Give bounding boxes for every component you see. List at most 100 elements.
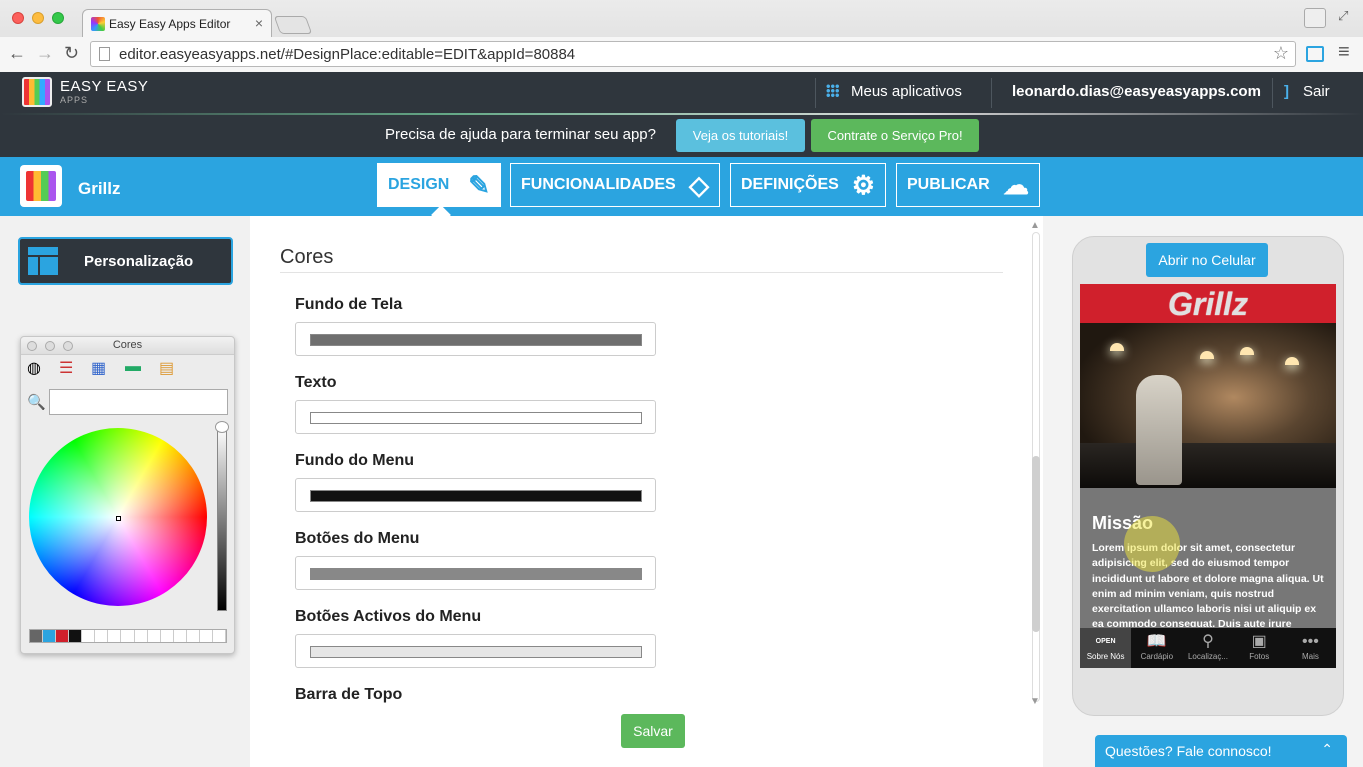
new-tab-button[interactable] (273, 16, 313, 34)
color-picker-title: Cores (112, 339, 143, 351)
menu-buttons-color-field[interactable] (295, 556, 656, 590)
divider (991, 78, 992, 108)
open-on-phone-button[interactable]: Abrir no Celular (1146, 243, 1268, 277)
chat-widget[interactable]: Questões? Fale connosco! ⌃ (1095, 735, 1347, 767)
color-wheel-cursor[interactable] (116, 516, 121, 521)
swatch[interactable] (187, 630, 200, 642)
personalization-button[interactable]: Personalização (18, 237, 233, 285)
swatch[interactable] (82, 630, 96, 642)
swatch[interactable] (148, 630, 161, 642)
tab-funcionalidades-label: FUNCIONALIDADES (521, 176, 676, 193)
chevron-up-icon[interactable]: ⌃ (1321, 741, 1333, 758)
easyeasy-logo-icon[interactable] (22, 77, 52, 107)
menu-background-color-field[interactable] (295, 478, 656, 512)
address-bar[interactable]: editor.easyeasyapps.net/#DesignPlace:edi… (90, 41, 1296, 67)
phone-tab-sobre-nos[interactable]: OPEN Sobre Nós (1080, 628, 1132, 668)
swatch[interactable] (108, 630, 122, 642)
palettes-tab-icon[interactable]: ▦ (91, 358, 113, 378)
picker-minimize-button[interactable] (45, 341, 55, 351)
reload-button[interactable]: ↻ (64, 43, 79, 64)
brightness-slider[interactable] (217, 427, 227, 611)
chat-label: Questões? Fale connosco! (1105, 743, 1272, 759)
zoom-window-button[interactable] (52, 12, 64, 24)
crayons-tab-icon[interactable]: ▤ (159, 358, 181, 378)
swatch[interactable] (43, 630, 57, 642)
back-button[interactable]: ← (8, 43, 26, 64)
text-color-field[interactable] (295, 400, 656, 434)
cast-icon[interactable] (1306, 46, 1324, 62)
app-header: EASY EASY APPS Meus aplicativos leonardo… (0, 72, 1363, 114)
browser-menu-button[interactable]: ≡ (1338, 41, 1350, 64)
tab-publicar[interactable]: PUBLICAR ☁ (896, 163, 1040, 207)
profile-icon[interactable] (1304, 8, 1326, 28)
help-text: Precisa de ajuda para terminar seu app? (385, 126, 656, 143)
swatch[interactable] (121, 630, 135, 642)
phone-screen: Grillz Missão Lorem ipsum dolor sit amet… (1080, 284, 1336, 668)
map-pin-icon: ⚲ (1202, 633, 1214, 650)
my-apps-link[interactable]: Meus aplicativos (826, 83, 962, 100)
color-picker-titlebar[interactable]: Cores (21, 337, 234, 355)
brush-icon: ✎ (468, 170, 490, 200)
scroll-down-arrow[interactable]: ▼ (1030, 696, 1040, 707)
swatch[interactable] (135, 630, 148, 642)
phone-tab-label: Sobre Nós (1086, 652, 1125, 661)
scroll-up-arrow[interactable]: ▲ (1030, 220, 1040, 231)
search-icon: 🔍 (27, 394, 46, 411)
fullscreen-icon[interactable]: ⤢ (1338, 8, 1348, 24)
swatch[interactable] (56, 630, 70, 642)
phone-tab-mais[interactable]: ••• Mais (1285, 628, 1336, 668)
color-search-input[interactable] (49, 389, 228, 415)
color-wheel-tab-icon[interactable]: ◍ (27, 358, 49, 378)
layout-icon (28, 247, 58, 275)
swatch[interactable] (213, 630, 226, 642)
color-picker-window[interactable]: Cores ◍ ☰ ▦ ▬ ▤ 🔍 (20, 336, 235, 654)
browser-toolbar: ← → ↻ editor.easyeasyapps.net/#DesignPla… (0, 37, 1363, 72)
section-heading: Cores (280, 246, 334, 268)
divider (815, 78, 816, 108)
forward-button[interactable]: → (36, 43, 54, 64)
my-apps-label: Meus aplicativos (851, 83, 962, 100)
brightness-slider-knob[interactable] (215, 421, 229, 433)
save-button[interactable]: Salvar (621, 714, 685, 748)
user-email[interactable]: leonardo.dias@easyeasyapps.com (1012, 83, 1261, 100)
book-icon: 📖 (1146, 633, 1167, 650)
tab-design[interactable]: DESIGN ✎ (377, 163, 501, 207)
tab-funcionalidades[interactable]: FUNCIONALIDADES ◇ (510, 163, 720, 207)
tab-close-button[interactable]: × (255, 15, 263, 31)
close-window-button[interactable] (12, 12, 24, 24)
swatch[interactable] (200, 630, 213, 642)
pro-service-button[interactable]: Contrate o Serviço Pro! (811, 119, 979, 152)
help-bar: Precisa de ajuda para terminar seu app? … (0, 115, 1363, 157)
image-palette-tab-icon[interactable]: ▬ (125, 358, 147, 378)
sliders-tab-icon[interactable]: ☰ (59, 358, 81, 378)
browser-tab[interactable]: Easy Easy Apps Editor × (82, 9, 272, 37)
tab-design-label: DESIGN (388, 176, 450, 193)
phone-tab-localizacao[interactable]: ⚲ Localizaç... (1182, 628, 1233, 668)
swatch[interactable] (174, 630, 187, 642)
phone-tab-bar: OPEN Sobre Nós 📖 Cardápio ⚲ Localizaç...… (1080, 628, 1336, 668)
bookmark-star-icon[interactable]: ☆ (1273, 43, 1289, 64)
background-color-field[interactable] (295, 322, 656, 356)
swatch[interactable] (161, 630, 174, 642)
phone-tab-cardapio[interactable]: 📖 Cardápio (1131, 628, 1182, 668)
picker-close-button[interactable] (27, 341, 37, 351)
phone-tab-label: Fotos (1249, 652, 1270, 661)
app-icon (20, 165, 62, 207)
field-label: Barra de Topo (295, 686, 403, 703)
color-swatch (310, 490, 642, 502)
swatch[interactable] (95, 630, 109, 642)
phone-tab-fotos[interactable]: ▣ Fotos (1234, 628, 1285, 668)
minimize-window-button[interactable] (32, 12, 44, 24)
active-menu-buttons-color-field[interactable] (295, 634, 656, 668)
picker-zoom-button[interactable] (63, 341, 73, 351)
field-label: Botões do Menu (295, 530, 420, 547)
tutorials-button[interactable]: Veja os tutoriais! (676, 119, 805, 152)
app-name: Grillz (78, 179, 121, 198)
swatch[interactable] (69, 630, 83, 642)
gear-icon: ⚙ (851, 170, 875, 200)
tab-definicoes[interactable]: DEFINIÇÕES ⚙ (730, 163, 886, 207)
logout-link[interactable]: ] Sair (1284, 83, 1330, 100)
scrollbar-thumb[interactable] (1032, 456, 1040, 632)
swatch[interactable] (30, 630, 44, 642)
more-icon: ••• (1302, 633, 1319, 650)
